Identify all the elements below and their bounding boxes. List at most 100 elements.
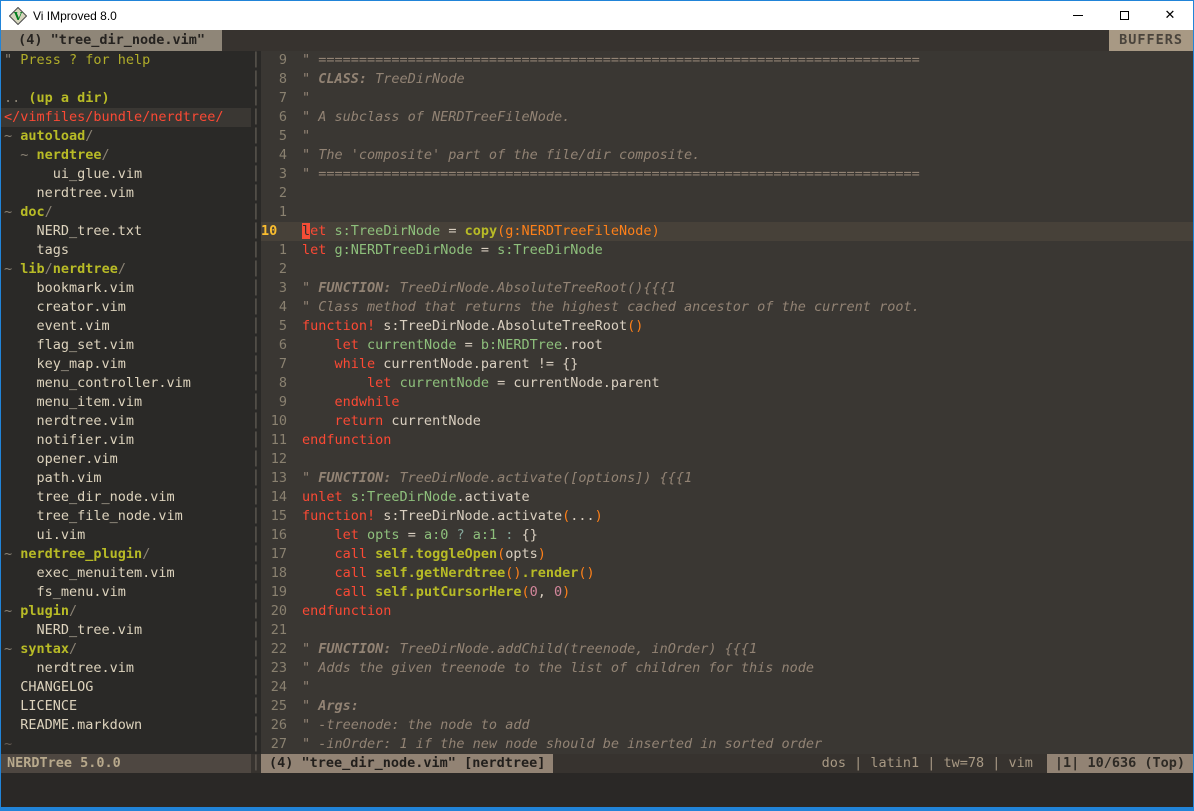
code-line[interactable]: 19 call self.putCursorHere(0, 0): [261, 583, 1193, 602]
line-number: 27: [261, 735, 287, 754]
tree-file-changelog[interactable]: CHANGELOG: [1, 678, 251, 697]
tree-file-tree-file-node[interactable]: tree_file_node.vim: [1, 507, 251, 526]
tree-file-opener[interactable]: opener.vim: [1, 450, 251, 469]
tree-dir-syntax[interactable]: ~ syntax/: [1, 640, 251, 659]
code-line[interactable]: 18 call self.getNerdtree().render(): [261, 564, 1193, 583]
tree-up-dir[interactable]: .. (up a dir): [1, 89, 251, 108]
code-text: " Adds the given treenode to the list of…: [302, 659, 814, 678]
window-split-separator[interactable]: │ │ │ │ │ │ │ │ │ │ │ │ │ │ │ │ │ │ │ │ …: [251, 51, 261, 754]
line-number: 10: [261, 222, 287, 241]
code-line[interactable]: 8" CLASS: TreeDirNode: [261, 70, 1193, 89]
code-line[interactable]: 23" Adds the given treenode to the list …: [261, 659, 1193, 678]
code-line[interactable]: 3" FUNCTION: TreeDirNode.AbsoluteTreeRoo…: [261, 279, 1193, 298]
ruler-position: 10/636 (Top): [1087, 755, 1185, 771]
tree-file-bookmark[interactable]: bookmark.vim: [1, 279, 251, 298]
tree-end-of-buffer[interactable]: ~: [1, 735, 251, 754]
line-number: 14: [261, 488, 287, 507]
tree-file-ui-glue[interactable]: ui_glue.vim: [1, 165, 251, 184]
tree-file-readme[interactable]: README.markdown: [1, 716, 251, 735]
tree-file-lib-nerdtree-vim[interactable]: nerdtree.vim: [1, 412, 251, 431]
code-line[interactable]: 7": [261, 89, 1193, 108]
line-number: 2: [261, 184, 287, 203]
code-line[interactable]: 8 let currentNode = currentNode.parent: [261, 374, 1193, 393]
code-line[interactable]: 11endfunction: [261, 431, 1193, 450]
code-line[interactable]: 25" Args:: [261, 697, 1193, 716]
code-line[interactable]: 26" -treenode: the node to add: [261, 716, 1193, 735]
tree-file-tags[interactable]: tags: [1, 241, 251, 260]
code-line[interactable]: 21: [261, 621, 1193, 640]
code-line[interactable]: 1: [261, 203, 1193, 222]
tree-file-autoload-nerdtree-vim[interactable]: nerdtree.vim: [1, 184, 251, 203]
line-number: 21: [261, 621, 287, 640]
tree-file-nerd-tree-vim[interactable]: NERD_tree.vim: [1, 621, 251, 640]
tree-file-notifier[interactable]: notifier.vim: [1, 431, 251, 450]
tree-file-fs-menu[interactable]: fs_menu.vim: [1, 583, 251, 602]
code-line[interactable]: 24": [261, 678, 1193, 697]
code-line[interactable]: 17 call self.toggleOpen(opts): [261, 545, 1193, 564]
tree-file-nerd-tree-txt[interactable]: NERD_tree.txt: [1, 222, 251, 241]
tree-file-creator[interactable]: creator.vim: [1, 298, 251, 317]
code-line[interactable]: 16 let opts = a:0 ? a:1 : {}: [261, 526, 1193, 545]
code-line[interactable]: 1let g:NERDTreeDirNode = s:TreeDirNode: [261, 241, 1193, 260]
tree-file-key-map[interactable]: key_map.vim: [1, 355, 251, 374]
maximize-icon: [1120, 11, 1129, 20]
editor-pane[interactable]: 9" =====================================…: [261, 51, 1193, 754]
tree-file-ui[interactable]: ui.vim: [1, 526, 251, 545]
tree-file-menu-controller[interactable]: menu_controller.vim: [1, 374, 251, 393]
code-line[interactable]: 12: [261, 450, 1193, 469]
tree-dir-plugin[interactable]: ~ plugin/: [1, 602, 251, 621]
code-line[interactable]: 10 return currentNode: [261, 412, 1193, 431]
tree-help-line[interactable]: " Press ? for help: [1, 51, 251, 70]
code-line[interactable]: 2: [261, 184, 1193, 203]
tree-file-flag-set[interactable]: flag_set.vim: [1, 336, 251, 355]
code-line[interactable]: 2: [261, 260, 1193, 279]
tree-root-path[interactable]: </vimfiles/bundle/nerdtree/: [1, 108, 251, 127]
command-line[interactable]: [1, 773, 1193, 807]
code-line[interactable]: 27" -inOrder: 1 if the new node should b…: [261, 735, 1193, 754]
tree-dir-lib-nerdtree[interactable]: ~ lib/nerdtree/: [1, 260, 251, 279]
code-line[interactable]: 13" FUNCTION: TreeDirNode.activate([opti…: [261, 469, 1193, 488]
tree-file-tree-dir-node[interactable]: tree_dir_node.vim: [1, 488, 251, 507]
code-line[interactable]: 14unlet s:TreeDirNode.activate: [261, 488, 1193, 507]
code-line[interactable]: 4" Class method that returns the highest…: [261, 298, 1193, 317]
code-line[interactable]: 6" A subclass of NERDTreeFileNode.: [261, 108, 1193, 127]
code-line[interactable]: 4" The 'composite' part of the file/dir …: [261, 146, 1193, 165]
code-line[interactable]: 9 endwhile: [261, 393, 1193, 412]
tree-file-menu-item[interactable]: menu_item.vim: [1, 393, 251, 412]
code-line[interactable]: 9" =====================================…: [261, 51, 1193, 70]
gvim-window: V Vi IMproved 8.0 ✕ (4) "tree_dir_node.v…: [0, 0, 1194, 811]
tree-dir-doc[interactable]: ~ doc/: [1, 203, 251, 222]
maximize-button[interactable]: [1101, 1, 1147, 30]
line-number: 2: [261, 260, 287, 279]
code-line[interactable]: 20endfunction: [261, 602, 1193, 621]
minimize-button[interactable]: [1055, 1, 1101, 30]
tree-file-event[interactable]: event.vim: [1, 317, 251, 336]
code-text: " -treenode: the node to add: [302, 716, 530, 735]
line-number: 4: [261, 146, 287, 165]
code-line[interactable]: 3" =====================================…: [261, 165, 1193, 184]
code-line[interactable]: 5function! s:TreeDirNode.AbsoluteTreeRoo…: [261, 317, 1193, 336]
tree-dir-autoload-nerdtree[interactable]: ~ nerdtree/: [1, 146, 251, 165]
tree-blank-line[interactable]: [1, 70, 251, 89]
code-line[interactable]: 15function! s:TreeDirNode.activate(...): [261, 507, 1193, 526]
code-line[interactable]: 7 while currentNode.parent != {}: [261, 355, 1193, 374]
code-line[interactable]: 5": [261, 127, 1193, 146]
code-text: endfunction: [302, 602, 391, 621]
close-button[interactable]: ✕: [1147, 1, 1193, 30]
minimize-icon: [1073, 15, 1083, 16]
tree-dir-autoload[interactable]: ~ autoload/: [1, 127, 251, 146]
tree-file-syntax-nerdtree-vim[interactable]: nerdtree.vim: [1, 659, 251, 678]
code-text: endwhile: [302, 393, 400, 412]
code-line[interactable]: 22" FUNCTION: TreeDirNode.addChild(treen…: [261, 640, 1193, 659]
nerdtree-pane[interactable]: " Press ? for help .. (up a dir)</vimfile…: [1, 51, 251, 754]
tree-file-licence[interactable]: LICENCE: [1, 697, 251, 716]
code-text: call self.toggleOpen(opts): [302, 545, 546, 564]
vim-logo-icon: V: [9, 7, 27, 25]
code-line[interactable]: 6 let currentNode = b:NERDTree.root: [261, 336, 1193, 355]
code-line-cursor[interactable]: 10let s:TreeDirNode = copy(g:NERDTreeFil…: [261, 222, 1193, 241]
tree-file-exec-menuitem[interactable]: exec_menuitem.vim: [1, 564, 251, 583]
line-number: 25: [261, 697, 287, 716]
tree-file-path[interactable]: path.vim: [1, 469, 251, 488]
tab-tree-dir-node[interactable]: (4) "tree_dir_node.vim": [1, 30, 222, 51]
tree-dir-nerdtree-plugin[interactable]: ~ nerdtree_plugin/: [1, 545, 251, 564]
